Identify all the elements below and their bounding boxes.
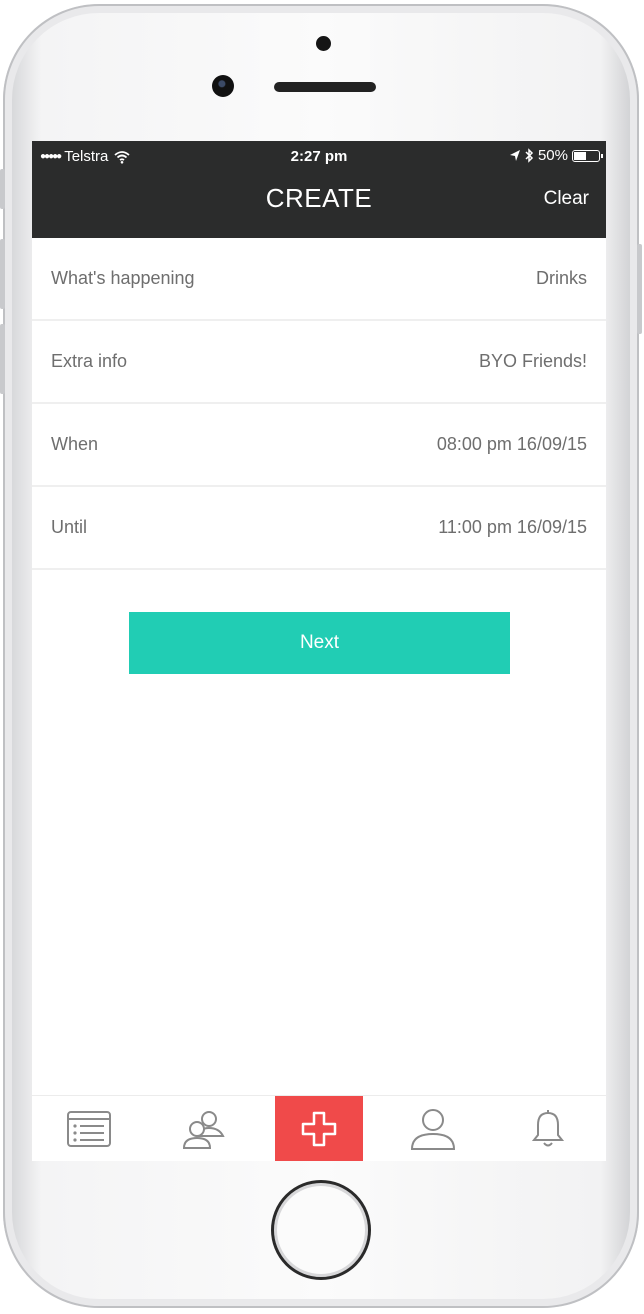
- row-value: Drinks: [535, 268, 587, 288]
- form-row-whats-happening[interactable]: What's happening Drinks: [32, 238, 606, 321]
- tab-events[interactable]: [45, 1096, 133, 1161]
- power-button: [637, 244, 642, 334]
- battery-fill: [574, 151, 586, 160]
- row-value: 11:00 pm 16/09/15: [438, 517, 587, 537]
- row-label: Extra info: [51, 351, 128, 371]
- row-value: BYO Friends!: [478, 351, 587, 371]
- row-label: When: [51, 434, 99, 454]
- row-value: 08:00 pm 16/09/15: [436, 434, 587, 454]
- tab-bar: [32, 1095, 606, 1161]
- volume-up-button: [0, 239, 5, 309]
- row-label: Until: [51, 517, 88, 537]
- home-button[interactable]: [271, 1180, 371, 1280]
- mute-switch: [0, 169, 5, 209]
- calendar-list-icon: [67, 1111, 111, 1147]
- battery-percent: 50%: [537, 147, 568, 164]
- location-arrow-icon: [509, 150, 520, 161]
- clear-button[interactable]: Clear: [544, 188, 589, 210]
- friends-icon: [182, 1111, 225, 1149]
- front-camera: [212, 75, 234, 97]
- tab-profile[interactable]: [389, 1096, 477, 1161]
- create-form: What's happening Drinks Extra info BYO F…: [32, 238, 606, 570]
- row-label: What's happening: [51, 268, 195, 288]
- earpiece-speaker: [274, 82, 376, 92]
- form-row-extra-info[interactable]: Extra info BYO Friends!: [32, 321, 606, 404]
- proximity-sensor: [316, 36, 331, 51]
- plus-icon: [301, 1111, 337, 1147]
- navigation-bar: CREATE Clear: [32, 173, 606, 238]
- next-button[interactable]: Next: [129, 612, 510, 674]
- status-right: 50%: [509, 147, 603, 164]
- tab-notifications[interactable]: [504, 1096, 592, 1161]
- bell-icon: [531, 1110, 565, 1147]
- page-title: CREATE: [265, 183, 373, 213]
- form-row-until[interactable]: Until 11:00 pm 16/09/15: [32, 487, 606, 570]
- status-bar: ●●●●● Telstra 2:27 pm 50%: [32, 141, 606, 173]
- app-screen: ●●●●● Telstra 2:27 pm 50% CREATE Clear W…: [32, 141, 606, 1161]
- profile-icon: [410, 1109, 456, 1150]
- tab-friends[interactable]: [160, 1096, 248, 1161]
- form-row-when[interactable]: When 08:00 pm 16/09/15: [32, 404, 606, 487]
- tab-create[interactable]: [275, 1096, 363, 1161]
- battery-icon: [572, 149, 603, 162]
- volume-down-button: [0, 324, 5, 394]
- bluetooth-icon: [525, 148, 534, 163]
